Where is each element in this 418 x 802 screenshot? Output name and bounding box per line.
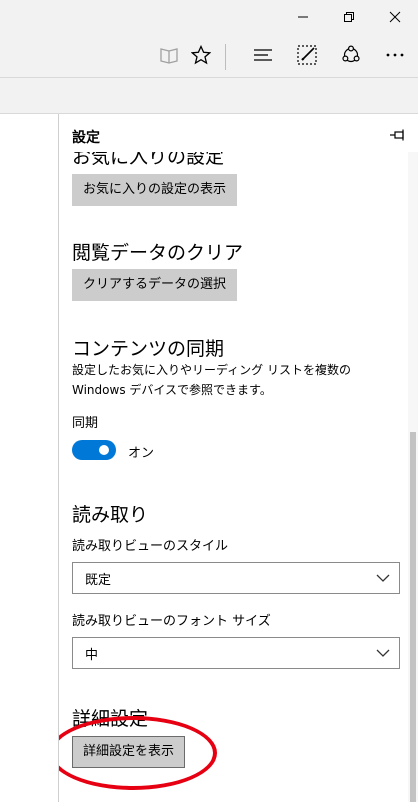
minimize-button[interactable] (280, 0, 326, 33)
title-bar (0, 0, 418, 33)
advanced-heading: 詳細設定 (72, 708, 149, 730)
clear-data-heading: 閲覧データのクリア (72, 242, 244, 264)
view-favorites-settings-button[interactable]: お気に入りの設定の表示 (72, 174, 238, 206)
page-content (0, 114, 58, 802)
hub-icon (254, 49, 272, 61)
restore-icon (344, 11, 354, 22)
restore-button[interactable] (326, 0, 372, 33)
sync-toggle[interactable] (72, 440, 116, 460)
share-button[interactable] (331, 33, 371, 77)
sync-description: 設定したお気に入りやリーディング リストを複数の Windows デバイスで参照… (72, 363, 351, 397)
favorite-button[interactable] (181, 33, 221, 77)
sync-heading: コンテンツの同期 (72, 338, 225, 360)
minimize-icon (298, 16, 308, 17)
sync-toggle-state: オン (128, 446, 155, 461)
reading-style-value: 既定 (85, 573, 112, 588)
close-button[interactable] (372, 0, 418, 33)
chevron-down-icon (376, 574, 390, 582)
reading-font-select[interactable]: 中 (72, 637, 400, 669)
toolbar (0, 33, 418, 77)
toolbar-separator (225, 44, 226, 70)
star-icon (191, 45, 211, 65)
toggle-knob (99, 445, 109, 455)
favorites-heading: お気に入りの設定 (72, 152, 225, 166)
book-icon (160, 48, 178, 64)
settings-panel: 設定 お気に入りの設定 お気に入りの設定の表示 閲覧データのクリア クリアするデ… (58, 114, 418, 802)
hub-button[interactable] (243, 33, 283, 77)
favorites-bar (0, 78, 418, 114)
sync-label: 同期 (72, 416, 99, 431)
share-icon (342, 45, 360, 63)
pin-button[interactable] (389, 126, 407, 144)
reading-font-value: 中 (85, 648, 99, 663)
view-advanced-settings-button[interactable]: 詳細設定を表示 (72, 736, 186, 768)
web-note-icon (297, 45, 317, 65)
reading-font-label: 読み取りビューのフォント サイズ (72, 614, 271, 629)
scrollbar-thumb[interactable] (410, 432, 416, 802)
web-note-button[interactable] (287, 33, 327, 77)
close-icon (389, 11, 401, 22)
reading-style-label: 読み取りビューのスタイル (72, 539, 229, 554)
reading-heading: 読み取り (72, 504, 149, 526)
reading-style-select[interactable]: 既定 (72, 562, 400, 594)
choose-clear-data-button[interactable]: クリアするデータの選択 (72, 269, 238, 301)
more-icon (386, 53, 404, 57)
more-button[interactable] (375, 33, 415, 77)
pin-icon (390, 129, 404, 141)
chevron-down-icon (376, 649, 390, 657)
panel-title: 設定 (72, 130, 100, 146)
